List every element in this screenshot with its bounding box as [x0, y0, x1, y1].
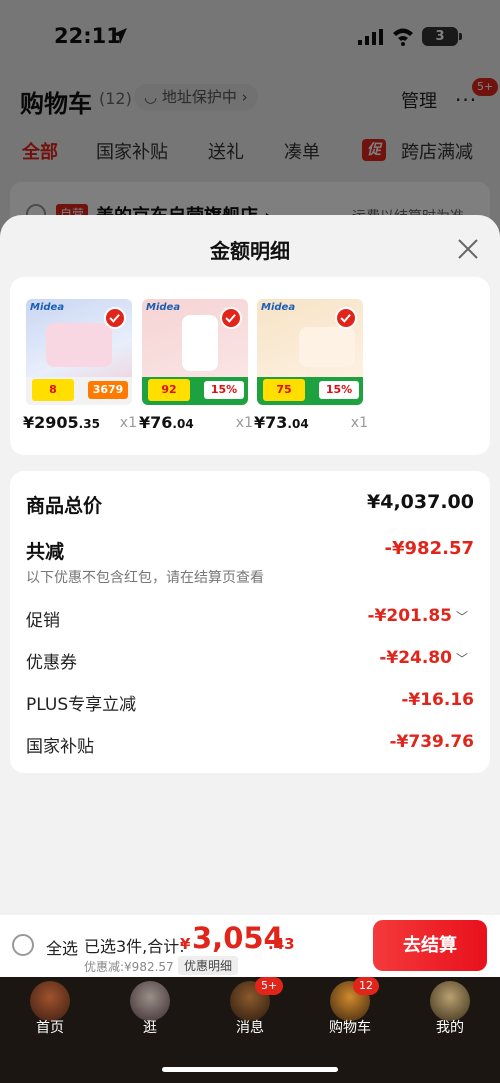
- promotion-value[interactable]: -¥201.85 ﹀: [367, 606, 468, 626]
- checked-icon: [104, 307, 126, 329]
- discount-detail-button[interactable]: 优惠明细: [178, 956, 239, 975]
- coupon-label: 优惠券: [26, 653, 77, 673]
- price-decimal: .35: [78, 417, 100, 431]
- explore-icon: [130, 981, 170, 1021]
- profile-icon: [430, 981, 470, 1021]
- promo-badge-right: 3679: [88, 381, 128, 399]
- price-integer: ¥2905: [23, 413, 79, 432]
- tab-label: 购物车: [329, 1020, 371, 1036]
- plus-discount-label: PLUS专享立减: [26, 695, 137, 715]
- brand-logo: Midea: [146, 302, 181, 313]
- amount-detail-card: 商品总价 ¥4,037.00 共减 -¥982.57 以下优惠不包含红包，请在结…: [10, 471, 490, 773]
- product-illustration: [299, 327, 355, 367]
- national-subsidy-value: -¥739.76: [389, 732, 475, 752]
- price-integer: ¥76: [139, 413, 173, 432]
- product-illustration: [182, 315, 218, 371]
- product-item[interactable]: Midea 92 15% ¥76.04 x1: [138, 299, 253, 439]
- coupon-amount: -¥24.80: [379, 648, 452, 668]
- product-item[interactable]: Midea 8 3679 ¥2905.35 x1: [22, 299, 137, 439]
- brand-logo: Midea: [30, 302, 65, 313]
- product-illustration: [46, 323, 112, 367]
- selected-summary: 已选3件,合计:: [84, 937, 185, 956]
- price-decimal: .04: [172, 417, 194, 431]
- reduction-note: 以下优惠不包含红包，请在结算页查看: [26, 570, 264, 586]
- product-image: Midea 92 15%: [142, 299, 248, 405]
- product-price: ¥73.04: [254, 413, 309, 432]
- cart-badge: 12: [353, 977, 379, 995]
- brand-logo: Midea: [261, 302, 296, 313]
- promo-badge-right: 15%: [319, 381, 359, 399]
- promotion-amount: -¥201.85: [367, 606, 452, 626]
- selected-products: Midea 8 3679 ¥2905.35 x1 Midea 92 15% ¥7…: [10, 277, 490, 455]
- amount-detail-sheet: 金额明细 Midea 8 3679 ¥2905.35 x1 Midea 92 1…: [0, 215, 500, 915]
- discount-summary: 优惠减:¥982.57: [84, 960, 174, 974]
- home-icon: [30, 981, 70, 1021]
- checked-icon: [335, 307, 357, 329]
- promo-badge-left: 8: [32, 379, 74, 401]
- coupon-value[interactable]: -¥24.80 ﹀: [379, 648, 468, 668]
- total-currency: ¥: [180, 935, 191, 953]
- promo-badge-left: 75: [263, 379, 305, 401]
- checked-icon: [220, 307, 242, 329]
- chevron-down-icon: ﹀: [455, 610, 468, 624]
- national-subsidy-label: 国家补贴: [26, 737, 94, 757]
- goods-total-label: 商品总价: [26, 495, 103, 517]
- select-all-checkbox[interactable]: [12, 934, 34, 956]
- messages-badge: 5+: [255, 977, 284, 995]
- select-all-label[interactable]: 全选: [46, 935, 78, 959]
- tab-home[interactable]: 首页: [0, 977, 100, 1047]
- tab-profile[interactable]: 我的: [400, 977, 500, 1047]
- checkout-button[interactable]: 去结算: [373, 920, 487, 971]
- tab-cart[interactable]: 12 购物车: [300, 977, 400, 1047]
- product-quantity: x1: [119, 415, 137, 431]
- promo-badge-left: 92: [148, 379, 190, 401]
- tab-explore[interactable]: 逛: [100, 977, 200, 1047]
- product-price: ¥2905.35: [23, 413, 100, 432]
- promo-badge-right: 15%: [204, 381, 244, 399]
- product-image: Midea 75 15%: [257, 299, 363, 405]
- goods-total-value: ¥4,037.00: [367, 491, 474, 513]
- tab-label: 逛: [143, 1020, 157, 1036]
- price-decimal: .04: [287, 417, 309, 431]
- tab-messages[interactable]: 5+ 消息: [200, 977, 300, 1047]
- chevron-down-icon: ﹀: [455, 652, 468, 666]
- tab-label: 首页: [36, 1020, 64, 1036]
- price-integer: ¥73: [254, 413, 288, 432]
- plus-discount-value: -¥16.16: [401, 690, 474, 710]
- product-image: Midea 8 3679: [26, 299, 132, 405]
- tab-label: 我的: [436, 1020, 464, 1036]
- home-indicator[interactable]: [162, 1067, 338, 1072]
- total-reduction-label: 共减: [26, 541, 65, 563]
- promotion-label: 促销: [26, 611, 60, 631]
- total-reduction-value: -¥982.57: [384, 538, 474, 559]
- tab-label: 消息: [236, 1020, 264, 1036]
- product-quantity: x1: [235, 415, 253, 431]
- checkout-bar: 全选 已选3件,合计: ¥ 3,054 .43 优惠减:¥982.57 优惠明细…: [0, 915, 500, 977]
- close-icon[interactable]: [456, 237, 480, 261]
- product-item[interactable]: Midea 75 15% ¥73.04 x1: [253, 299, 368, 439]
- sheet-title: 金额明细: [210, 239, 290, 263]
- product-price: ¥76.04: [139, 413, 194, 432]
- product-quantity: x1: [350, 415, 368, 431]
- total-amount-decimal: .43: [268, 935, 295, 953]
